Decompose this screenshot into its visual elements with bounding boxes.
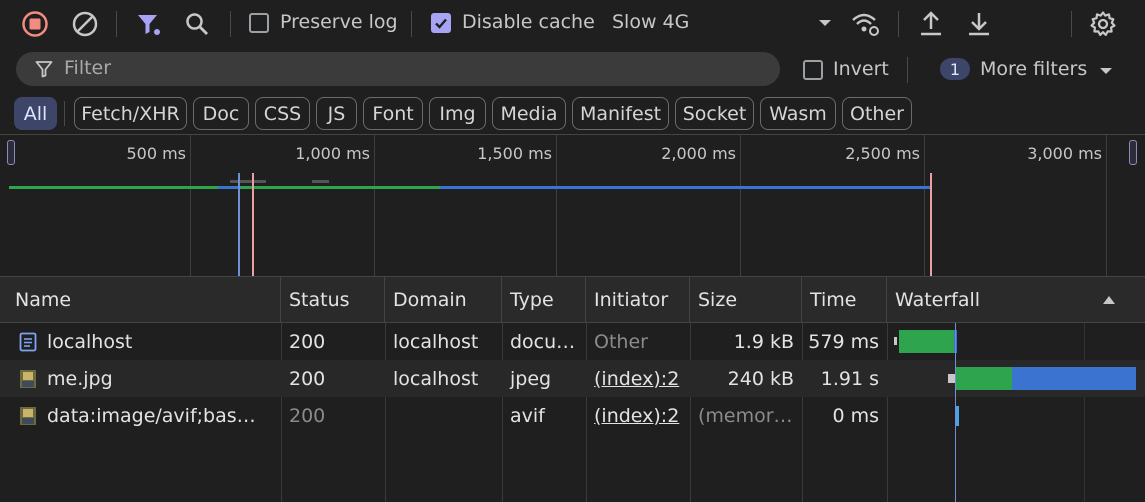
- finish-marker: [930, 173, 932, 276]
- table-row[interactable]: localhost 200 localhost docu… Other 1.9 …: [0, 323, 1145, 360]
- search-icon[interactable]: [182, 9, 212, 39]
- request-name: data:image/avif;bas…: [47, 404, 256, 427]
- filter-input-box[interactable]: Filter: [16, 52, 780, 86]
- col-name[interactable]: Name: [7, 277, 281, 323]
- network-conditions-icon[interactable]: [850, 9, 882, 39]
- col-time[interactable]: Time: [802, 277, 887, 323]
- record-stop-icon[interactable]: [20, 9, 50, 39]
- request-initiator-link[interactable]: (index):2: [586, 397, 690, 434]
- waterfall-dcl-line: [955, 323, 956, 502]
- overview-bar-image-waiting: [240, 186, 440, 189]
- table-row[interactable]: me.jpg 200 localhost jpeg (index):2 240 …: [0, 360, 1145, 397]
- request-status: 200: [289, 404, 326, 427]
- request-status: 200: [289, 367, 326, 390]
- more-filters-count-badge: 1: [940, 58, 970, 80]
- col-type[interactable]: Type: [502, 277, 586, 323]
- tick-2500: 2,500 ms: [845, 144, 920, 163]
- chip-font[interactable]: Font: [363, 97, 423, 130]
- image-thumbnail-icon: [17, 368, 39, 390]
- timeline-overview[interactable]: 500 ms 1,000 ms 1,500 ms 2,000 ms 2,500 …: [0, 134, 1145, 276]
- disable-cache-label: Disable cache: [462, 11, 595, 33]
- request-name: localhost: [47, 330, 133, 353]
- chevron-down-icon[interactable]: [816, 14, 834, 32]
- chip-wasm[interactable]: Wasm: [760, 97, 836, 130]
- chip-all[interactable]: All: [14, 97, 57, 130]
- request-size: 1.9 kB: [733, 330, 794, 353]
- chip-img[interactable]: Img: [429, 97, 486, 130]
- network-toolbar: Preserve log Disable cache Slow 4G: [0, 0, 1145, 47]
- overview-bar-image-download: [440, 186, 931, 189]
- table-row[interactable]: data:image/avif;bas… 200 avif (index):2 …: [0, 397, 1145, 434]
- chip-manifest[interactable]: Manifest: [572, 97, 669, 130]
- col-domain[interactable]: Domain: [385, 277, 502, 323]
- request-initiator: Other: [594, 330, 648, 353]
- request-name: me.jpg: [47, 367, 113, 390]
- request-time: 1.91 s: [820, 367, 879, 390]
- chip-fetch-xhr[interactable]: Fetch/XHR: [74, 97, 187, 130]
- col-status[interactable]: Status: [281, 277, 385, 323]
- request-type: jpeg: [510, 367, 552, 390]
- request-domain: localhost: [393, 330, 479, 353]
- invert-label: Invert: [833, 58, 889, 80]
- request-domain: [385, 397, 502, 434]
- request-size: (memor…: [698, 404, 793, 427]
- overview-left-handle[interactable]: [7, 140, 15, 165]
- disable-cache-checkbox[interactable]: [431, 13, 451, 33]
- chip-media[interactable]: Media: [492, 97, 566, 130]
- filter-icon: [34, 59, 54, 79]
- tick-3000: 3,000 ms: [1027, 144, 1102, 163]
- sort-ascending-icon[interactable]: [1101, 293, 1117, 307]
- more-filters-chevron-icon[interactable]: [1098, 63, 1114, 79]
- tick-2000: 2,000 ms: [661, 144, 736, 163]
- chip-doc[interactable]: Doc: [193, 97, 249, 130]
- chip-other[interactable]: Other: [842, 97, 912, 130]
- request-domain: localhost: [393, 367, 479, 390]
- chip-socket[interactable]: Socket: [675, 97, 754, 130]
- export-har-icon[interactable]: [964, 9, 994, 39]
- request-time: 579 ms: [808, 330, 879, 353]
- overview-bar-document: [9, 186, 218, 189]
- settings-gear-icon[interactable]: [1088, 9, 1118, 39]
- overview-right-handle[interactable]: [1129, 140, 1137, 165]
- tick-1500: 1,500 ms: [477, 144, 552, 163]
- throttling-select[interactable]: Slow 4G: [612, 11, 689, 33]
- col-initiator[interactable]: Initiator: [586, 277, 690, 323]
- image-thumbnail-icon: [17, 405, 39, 427]
- import-har-icon[interactable]: [916, 9, 946, 39]
- document-icon: [17, 331, 39, 353]
- preserve-log-label: Preserve log: [280, 11, 398, 33]
- load-marker: [252, 173, 254, 276]
- request-type: docu…: [510, 330, 576, 353]
- request-size: 240 kB: [727, 367, 794, 390]
- chip-css[interactable]: CSS: [255, 97, 310, 130]
- request-time: 0 ms: [832, 404, 879, 427]
- more-filters-button[interactable]: More filters: [980, 58, 1087, 80]
- request-status: 200: [289, 330, 326, 353]
- waterfall-bar: [956, 367, 1012, 390]
- filter-funnel-icon[interactable]: [134, 9, 164, 39]
- col-size[interactable]: Size: [690, 277, 802, 323]
- preserve-log-checkbox[interactable]: [249, 13, 269, 33]
- dom-content-loaded-marker: [238, 173, 240, 276]
- tick-1000: 1,000 ms: [295, 144, 370, 163]
- chip-js[interactable]: JS: [316, 97, 357, 130]
- requests-table-body: localhost 200 localhost docu… Other 1.9 …: [0, 323, 1145, 502]
- request-type: avif: [510, 404, 545, 427]
- clear-icon[interactable]: [70, 9, 100, 39]
- request-initiator-link[interactable]: (index):2: [586, 360, 690, 397]
- invert-checkbox[interactable]: [803, 60, 823, 80]
- filter-placeholder: Filter: [64, 57, 112, 79]
- tick-500: 500 ms: [126, 144, 186, 163]
- requests-table-header: Name Status Domain Type Initiator Size T…: [0, 276, 1145, 323]
- waterfall-bar: [899, 330, 954, 353]
